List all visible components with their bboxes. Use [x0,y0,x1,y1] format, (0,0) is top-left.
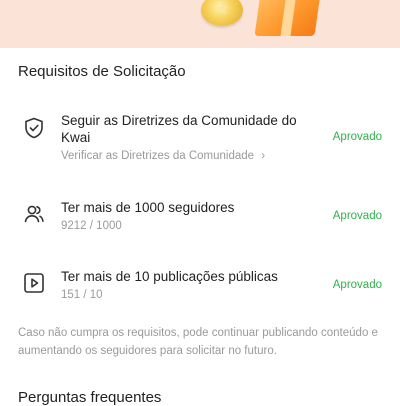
followers-progress: 9212 / 1000 [61,220,122,232]
requirement-followers: Ter mais de 1000 seguidores 9212 / 1000 … [0,198,400,238]
requirements-note: Caso não cumpra os requisitos, pode cont… [18,327,378,357]
status-approved: Aprovado [332,279,382,291]
requirement-title: Ter mais de 1000 seguidores [61,200,235,215]
status-approved: Aprovado [332,131,382,143]
section-title: Requisitos de Solicitação [18,63,186,80]
chevron-right-icon: › [261,150,266,162]
requirement-posts: Ter mais de 10 publicações públicas 151 … [0,267,400,307]
status-approved: Aprovado [332,210,382,222]
coin-illustration [201,0,243,26]
requirements-card: Requisitos de Solicitação Seguir as Dire… [0,48,400,406]
gift-box-illustration [254,0,322,36]
requirement-title: Ter mais de 10 publicações públicas [61,269,278,284]
shield-check-icon [25,117,43,139]
requirement-guidelines: Seguir as Diretrizes da Comunidade do Kw… [0,110,400,170]
users-icon [24,205,44,223]
faq-title: Perguntas frequentes [18,389,162,406]
guidelines-link-label: Verificar as Diretrizes da Comunidade [61,150,255,162]
play-icon [24,273,44,293]
requirement-title: Seguir as Diretrizes da Comunidade do Kw… [61,113,297,145]
posts-progress: 151 / 10 [61,289,103,301]
guidelines-link[interactable]: Verificar as Diretrizes da Comunidade › [61,150,265,162]
top-banner [0,0,400,48]
